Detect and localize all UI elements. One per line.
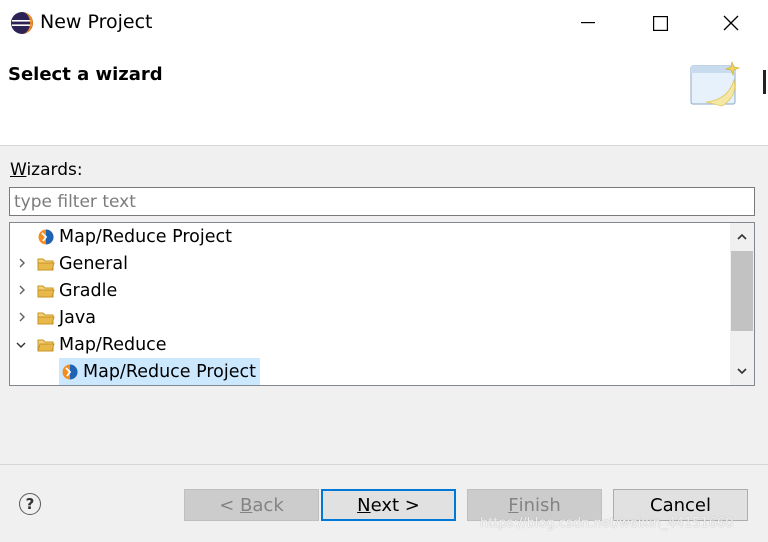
tree-item-label: General — [59, 253, 128, 274]
edge-divider — [763, 70, 766, 94]
eclipse-icon — [11, 12, 33, 34]
window-title: New Project — [40, 11, 153, 33]
tree-item-label: Map/Reduce Project — [83, 361, 256, 382]
chevron-up-icon — [737, 233, 747, 240]
scroll-up-button[interactable] — [730, 225, 754, 249]
tree-item-label: Java — [59, 307, 96, 328]
chevron-down-icon — [737, 368, 747, 375]
wizard-banner: Select a wizard — [0, 46, 768, 146]
wizard-tree[interactable]: Map/Reduce Project General Gradle Java M… — [9, 222, 755, 386]
folder-icon — [37, 258, 55, 270]
help-icon: ? — [25, 495, 35, 513]
help-button[interactable]: ? — [19, 493, 41, 515]
chevron-right-icon[interactable] — [16, 311, 28, 323]
maximize-icon — [652, 15, 668, 31]
minimize-button[interactable] — [560, 6, 616, 40]
dialog-footer: ? < Back Next > Finish Cancel https://bl… — [0, 466, 768, 542]
chevron-right-icon[interactable] — [16, 284, 28, 296]
tree-item-gradle[interactable]: Gradle — [37, 277, 117, 304]
close-button[interactable] — [703, 6, 759, 40]
chevron-down-icon[interactable] — [15, 339, 27, 351]
tree-item-label: Map/Reduce Project — [59, 226, 232, 247]
title-bar: New Project — [0, 0, 768, 46]
tree-item-general[interactable]: General — [37, 250, 128, 277]
folder-icon — [37, 312, 55, 324]
next-button[interactable]: Next > — [321, 489, 456, 521]
minimize-icon — [581, 22, 595, 24]
folder-open-icon — [37, 339, 55, 351]
wizards-label: Wizards: — [10, 160, 83, 180]
tree-item-label: Map/Reduce — [59, 334, 167, 355]
tree-item-java[interactable]: Java — [37, 304, 96, 331]
back-button[interactable]: < Back — [184, 489, 319, 521]
tree-scrollbar[interactable] — [730, 223, 754, 385]
close-icon — [723, 15, 739, 31]
maximize-button[interactable] — [632, 6, 688, 40]
page-title: Select a wizard — [8, 64, 163, 85]
scroll-thumb[interactable] — [731, 251, 753, 331]
wizard-banner-icon — [690, 60, 741, 107]
wizard-content: Wizards: Map/Reduce Project General Grad… — [0, 147, 768, 465]
filter-input[interactable] — [9, 187, 755, 216]
tree-item-label: Gradle — [59, 280, 118, 301]
mapreduce-project-icon — [38, 229, 54, 244]
tree-item-mapreduce-folder[interactable]: Map/Reduce — [37, 331, 167, 358]
folder-icon — [37, 285, 55, 297]
chevron-right-icon[interactable] — [16, 257, 28, 269]
watermark-text: https://blog.csdn.net/weixin_44151660 — [480, 516, 734, 531]
tree-item-mapreduce-project-selected[interactable]: Map/Reduce Project — [59, 358, 260, 385]
mapreduce-project-icon — [62, 364, 78, 379]
scroll-down-button[interactable] — [730, 359, 754, 383]
tree-item-mapreduce-project[interactable]: Map/Reduce Project — [37, 223, 232, 250]
